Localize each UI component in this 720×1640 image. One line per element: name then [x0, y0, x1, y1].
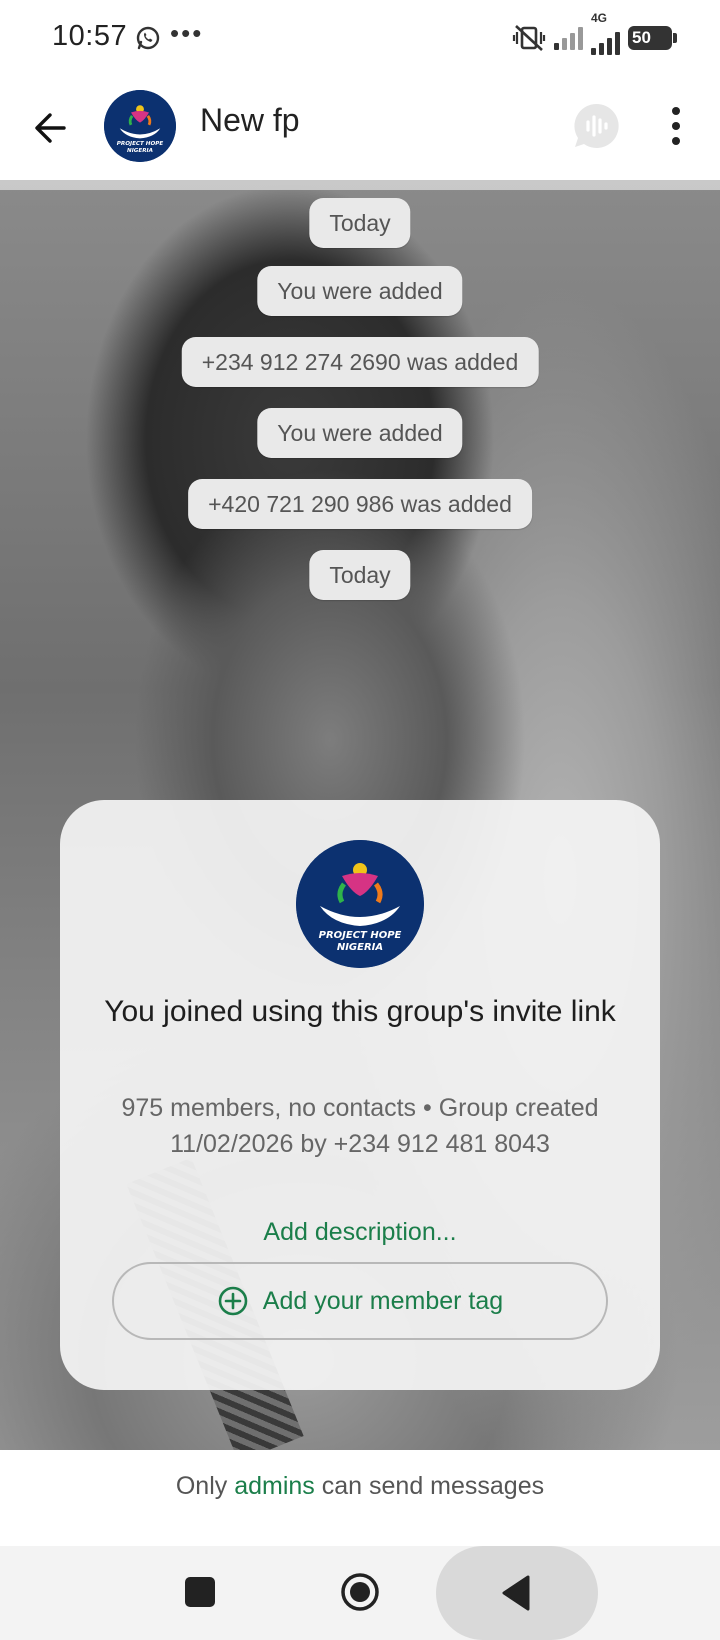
add-member-tag-label: Add your member tag — [262, 1286, 504, 1315]
battery-icon: 50 — [628, 26, 677, 50]
group-avatar[interactable]: PROJECT HOPE NIGERIA — [104, 90, 176, 162]
date-divider: Today — [309, 198, 411, 248]
recents-button[interactable] — [185, 1577, 215, 1607]
system-message: +420 721 290 986 was added — [188, 479, 532, 529]
home-button[interactable] — [340, 1572, 380, 1612]
battery-level: 50 — [632, 28, 651, 47]
status-bar: 10:57 ••• 4G 50 — [0, 0, 720, 80]
signal-bars-1-icon — [554, 26, 583, 50]
chat-area[interactable]: Today You were added +234 912 274 2690 w… — [0, 180, 720, 1450]
vibrate-off-icon — [512, 25, 546, 51]
project-hope-logo: PROJECT HOPE NIGERIA — [296, 840, 424, 968]
back-button[interactable] — [26, 104, 74, 152]
add-description-link[interactable]: Add description... — [60, 1218, 660, 1247]
menu-dot — [672, 137, 680, 145]
admins-only-notice: Only admins can send messages — [0, 1450, 720, 1546]
whatsapp-icon — [136, 26, 160, 50]
nav-back-button[interactable] — [436, 1546, 598, 1640]
triangle-back-icon — [502, 1575, 530, 1611]
add-member-tag-button[interactable]: Add your member tag — [112, 1262, 608, 1340]
more-options-button[interactable] — [656, 100, 696, 152]
menu-dot — [672, 107, 680, 115]
group-join-title: You joined using this group's invite lin… — [104, 995, 616, 1028]
system-message: +234 912 274 2690 was added — [181, 337, 539, 387]
system-message: You were added — [257, 408, 463, 458]
arrow-left-icon — [35, 113, 66, 143]
notice-prefix: Only — [175, 1472, 228, 1500]
menu-dot — [672, 122, 680, 130]
svg-text:NIGERIA: NIGERIA — [337, 942, 383, 953]
notice-suffix: can send messages — [321, 1472, 545, 1500]
svg-text:PROJECT HOPE: PROJECT HOPE — [319, 930, 402, 941]
admins-link[interactable]: admins — [234, 1472, 315, 1500]
project-hope-logo: PROJECT HOPE NIGERIA — [104, 90, 176, 162]
date-divider: Today — [309, 550, 411, 600]
system-nav-bar — [0, 1546, 720, 1640]
group-meta: 975 members, no contacts • Group created… — [121, 1094, 599, 1158]
chat-header: PROJECT HOPE NIGERIA New fp — [0, 80, 720, 180]
svg-text:PROJECT HOPE: PROJECT HOPE — [117, 141, 164, 147]
status-time: 10:57 — [52, 20, 128, 52]
plus-circle-icon — [218, 1286, 248, 1316]
chat-title[interactable]: New fp — [200, 102, 300, 139]
group-avatar-large[interactable]: PROJECT HOPE NIGERIA — [296, 840, 424, 968]
wallpaper-edge — [0, 180, 720, 190]
svg-text:NIGERIA: NIGERIA — [127, 148, 153, 154]
group-info-card: PROJECT HOPE NIGERIA You joined using th… — [60, 800, 660, 1390]
system-message: You were added — [257, 266, 463, 316]
signal-bars-2-icon: 4G — [591, 11, 620, 55]
voice-chat-icon[interactable] — [568, 98, 624, 154]
more-notifications-icon: ••• — [170, 18, 204, 48]
